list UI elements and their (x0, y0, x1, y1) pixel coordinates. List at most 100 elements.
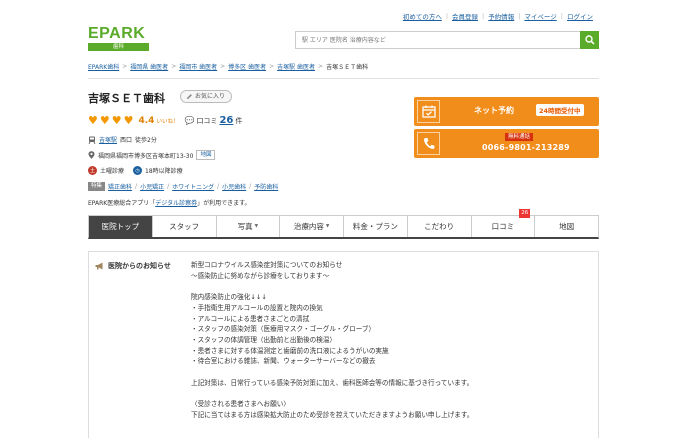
notice-line: ・アルコールによる患者さまごとの清拭 (191, 314, 310, 323)
late-clinic: 18時以降診療 (145, 168, 183, 175)
features-tag: 特集 (88, 182, 106, 191)
tab-label: スタッフ (169, 222, 200, 231)
station-link[interactable]: 吉塚駅 (99, 135, 117, 144)
free-call-tag: 無料通話 (505, 133, 534, 141)
link-reservations[interactable]: 予約情報 (488, 11, 514, 21)
notice-line: 上記対策は、日常行っている感染予防対策に加え、歯科医師会等の情報に基づき行ってい… (191, 378, 474, 387)
station-exit: 西口 (120, 137, 133, 144)
notice-line: 院内感染防止の強化↓↓↓ (191, 293, 267, 302)
feature-link-child-ortho[interactable]: 小児矯正 (140, 182, 164, 191)
top-links: 初めての方へ | 会員登録 | 予約情報 | マイページ | ログイン (403, 11, 593, 21)
breadcrumb-prefecture[interactable]: 福岡県 歯医者 (130, 62, 168, 71)
clinic-notice: 医院からのお知らせ 新型コロナウイルス感染症対策についてのお知らせ ～感染防止に… (88, 251, 599, 438)
separator: / (249, 183, 252, 190)
heart-icon: ♥ (99, 114, 110, 127)
tab-label: 料金・プラン (352, 222, 398, 231)
breadcrumb-home[interactable]: EPARK歯科 (88, 62, 119, 71)
link-first-time[interactable]: 初めての方へ (403, 11, 442, 21)
phone-number: 0066-9801-213289 (482, 143, 570, 152)
separator: | (445, 12, 449, 20)
review-unit: 件 (235, 116, 243, 125)
divider (88, 78, 599, 79)
saturday-icon: 土 (88, 166, 97, 175)
tab-map[interactable]: 地図 (535, 216, 598, 237)
phone-icon-box (417, 132, 440, 155)
breadcrumb-ward[interactable]: 博多区 歯医者 (228, 62, 266, 71)
separator: / (167, 183, 170, 190)
clock-icon: ◷ (133, 166, 143, 175)
notice-body: 新型コロナウイルス感染症対策についてのお知らせ ～感染防止に努めながら診療をして… (191, 260, 591, 421)
notice-line: 新型コロナウイルス感染症対策についてのお知らせ (191, 261, 343, 269)
chevron-right-icon: > (220, 63, 226, 70)
logo-sub: 歯科 (88, 43, 149, 51)
epark-note-pre: EPARK医療総合アプリ「 (88, 200, 156, 207)
notice-title: 医院からのお知らせ (108, 262, 171, 270)
notice-header: 医院からのお知らせ (95, 261, 171, 271)
breadcrumb-station[interactable]: 吉塚駅 歯医者 (277, 62, 315, 71)
notice-line: ・待合室における雑誌、新聞、ウォーターサーバーなどの撤去 (191, 357, 376, 366)
tab-top[interactable]: 医院トップ (89, 216, 153, 237)
net-reservation-button[interactable]: ネット予約 24時間受付中 (414, 97, 599, 126)
heart-icon: ♥ (111, 114, 122, 127)
address-row: 福岡県福岡市博多区吉塚本町13-30 地図 (88, 150, 216, 160)
link-mypage[interactable]: マイページ (524, 11, 556, 21)
link-register[interactable]: 会員登録 (452, 11, 478, 21)
tab-photos[interactable]: 写真 ▼ (216, 216, 281, 237)
tab-reviews[interactable]: 口コミ 26 (471, 209, 536, 237)
phone-icon (423, 138, 434, 150)
phone-button[interactable]: 無料通話 0066-9801-213289 (414, 129, 599, 158)
tab-label: 写真 (237, 222, 253, 231)
caret-down-icon: ▼ (254, 224, 259, 229)
chevron-right-icon: > (122, 63, 128, 70)
separator: | (560, 12, 563, 20)
tab-treatment[interactable]: 治療内容 ▼ (280, 216, 344, 237)
heart-icon: ♥ (88, 114, 98, 127)
iine-label: いいね！ (156, 118, 179, 125)
rating-score: 4.4 (138, 115, 155, 126)
feature-link-preventive[interactable]: 予防歯科 (254, 182, 278, 191)
walk-time: 徒歩2分 (135, 137, 157, 144)
megaphone-icon (95, 262, 103, 270)
map-pin-icon (88, 151, 95, 159)
separator: | (482, 12, 485, 20)
review-count-link[interactable]: 26 (219, 115, 233, 126)
notice-line (191, 281, 591, 292)
pencil-icon (187, 94, 192, 99)
rating: ♥ ♥ ♥ ♥ 4.4 いいね！ 💬 口コミ 26 件 (88, 115, 242, 126)
epark-logo[interactable]: EPARK 歯科 (88, 25, 149, 51)
page: EPARK 歯科 初めての方へ | 会員登録 | 予約情報 | マイページ | ログイン… (88, 0, 599, 438)
chevron-right-icon: > (318, 63, 324, 70)
notice-line: 〈受診される患者さまへお願い〉 (191, 400, 290, 409)
clinic-tabs: 医院トップ スタッフ 写真 ▼ 治療内容 ▼ 料金・プラン こだわり 口コミ 26 地… (88, 209, 599, 239)
feature-link-pediatric[interactable]: 小児歯科 (222, 182, 246, 191)
net-reservation-label: ネット予約 (474, 106, 514, 115)
heart-icon: ♥ (123, 114, 134, 127)
logo-text: EPARK (88, 25, 146, 42)
digital-card-link[interactable]: デジタル診察券 (155, 200, 197, 207)
breadcrumb-current: 吉塚ＳＥＴ歯科 (326, 64, 369, 71)
review-label: 口コミ (196, 116, 218, 125)
tab-commitment[interactable]: こだわり (407, 216, 472, 237)
calendar-icon-box (417, 100, 440, 123)
feature-link-orthodontics[interactable]: 矯正歯科 (108, 182, 132, 191)
favorite-button[interactable]: お気に入り (180, 90, 233, 103)
access-row: 吉塚駅 西口 徒歩2分 (88, 135, 157, 144)
saturday-clinic: 土曜診療 (100, 168, 125, 175)
search-input[interactable] (296, 32, 576, 48)
breadcrumb: EPARK歯科 > 福岡県 歯医者 > 福岡市 歯医者 > 博多区 歯医者 > 吉塚駅 … (88, 62, 368, 71)
link-login[interactable]: ログイン (567, 11, 593, 21)
notice-line: ・患者さまに対する体温測定と歯磨前の洗口液によるうがいの実施 (191, 346, 389, 355)
tab-pricing[interactable]: 料金・プラン (344, 216, 408, 237)
map-button[interactable]: 地図 (196, 150, 216, 160)
tab-staff[interactable]: スタッフ (152, 216, 217, 237)
breadcrumb-city[interactable]: 福岡市 歯医者 (179, 62, 217, 71)
search-box (295, 31, 599, 49)
chevron-right-icon: > (269, 63, 275, 70)
separator: | (518, 12, 521, 20)
search-button[interactable] (580, 31, 599, 49)
tab-label: 医院トップ (101, 222, 140, 231)
train-icon (88, 136, 96, 144)
calendar-icon (421, 105, 436, 118)
feature-link-whitening[interactable]: ホワイトニング (172, 182, 214, 191)
separator: / (217, 183, 220, 190)
